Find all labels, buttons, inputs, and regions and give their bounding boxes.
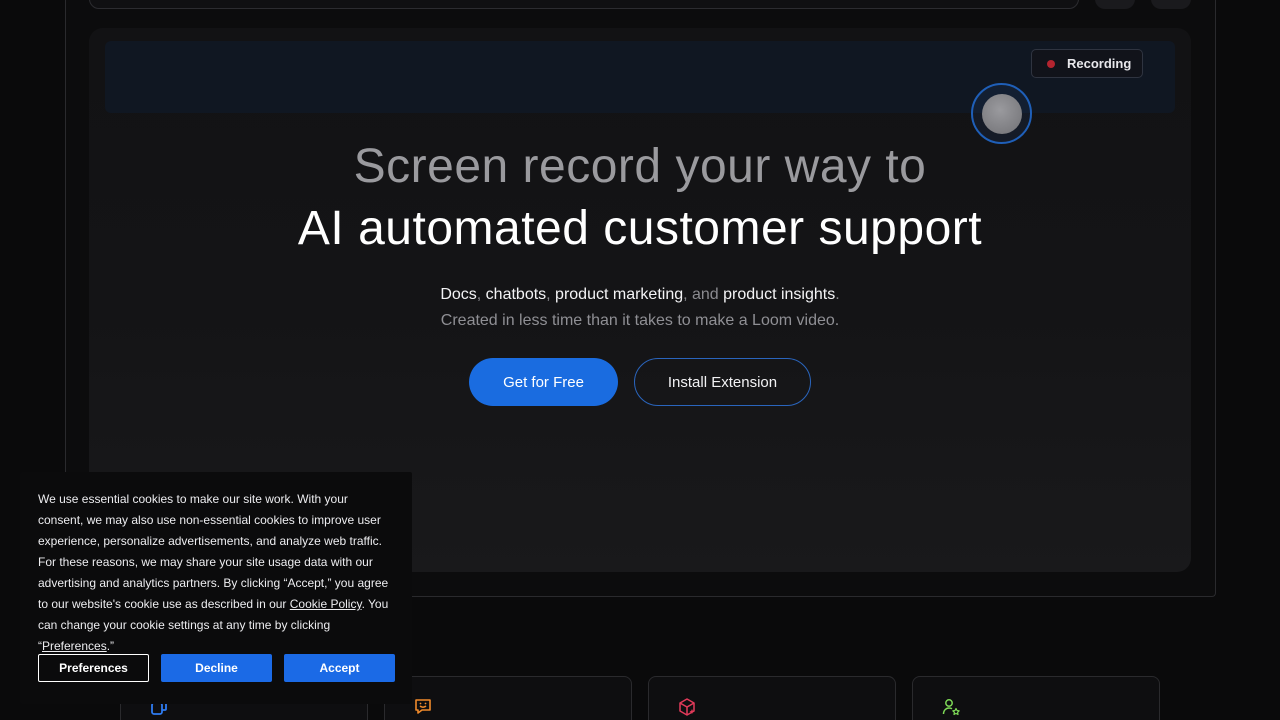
hero-subline: Docs, chatbots, product marketing, and p… (89, 286, 1191, 304)
subline-end: . (835, 286, 840, 303)
subline-sep: , (476, 286, 486, 303)
cursor-dot (981, 93, 1022, 134)
recording-dot-icon (1047, 59, 1055, 68)
subline-sep: , and (683, 286, 724, 303)
cookie-text-part: .” (106, 639, 115, 653)
install-extension-button[interactable]: Install Extension (634, 358, 811, 406)
top-nav-button[interactable] (1151, 0, 1191, 9)
subline-product-insights: product insights (723, 286, 836, 303)
subline-docs: Docs (440, 286, 477, 303)
subline-chatbots: chatbots (485, 286, 547, 303)
headline-line-2: AI automated customer support (297, 202, 983, 255)
recording-label: Recording (1067, 56, 1132, 71)
cookie-consent-banner: We use essential cookies to make our sit… (20, 472, 412, 704)
feature-card-chatbots[interactable] (384, 676, 632, 720)
cookie-preferences-button[interactable]: Preferences (38, 654, 149, 682)
cursor-highlight-icon (971, 83, 1032, 144)
cookie-consent-text: We use essential cookies to make our sit… (38, 489, 394, 657)
get-for-free-button[interactable]: Get for Free (469, 358, 618, 406)
cookie-decline-button[interactable]: Decline (161, 654, 272, 682)
cookie-button-row: Preferences Decline Accept (38, 654, 395, 682)
hero-subline-2: Created in less time than it takes to ma… (440, 312, 840, 329)
headline-line-1: Screen record your way to (353, 140, 927, 193)
subline-product-marketing: product marketing (555, 286, 684, 303)
user-star-icon (942, 699, 960, 716)
cookie-text-part: We use essential cookies to make our sit… (38, 492, 389, 611)
cookie-policy-link[interactable]: Cookie Policy (290, 597, 362, 611)
cookie-accept-button[interactable]: Accept (284, 654, 395, 682)
chat-bubble-icon (415, 699, 431, 714)
recording-badge: Recording (1031, 49, 1143, 78)
top-nav-button[interactable] (1095, 0, 1135, 9)
product-box-sparkle-icon (679, 698, 695, 716)
top-search-bar[interactable] (89, 0, 1079, 9)
subline-sep: , (546, 286, 556, 303)
preferences-link[interactable]: Preferences (42, 639, 107, 653)
feature-card-product-insights[interactable] (912, 676, 1160, 720)
feature-card-product-marketing[interactable] (648, 676, 896, 720)
